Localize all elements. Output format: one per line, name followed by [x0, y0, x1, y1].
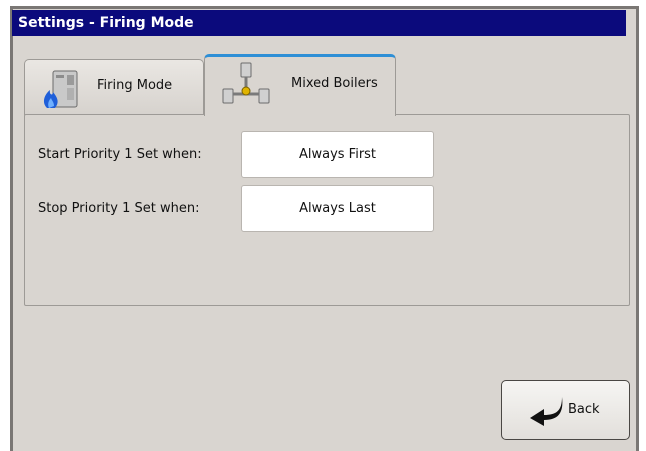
- back-button-label: Back: [568, 402, 600, 417]
- back-arrow-icon: [526, 395, 566, 431]
- tab-firing-mode[interactable]: Firing Mode: [24, 59, 204, 115]
- start-priority-field[interactable]: Always First: [241, 131, 434, 178]
- boiler-flame-icon: [41, 68, 81, 114]
- tab-firing-mode-label: Firing Mode: [97, 78, 173, 93]
- back-button[interactable]: Back: [501, 380, 630, 440]
- stop-priority-label: Stop Priority 1 Set when:: [38, 201, 200, 216]
- mixed-boilers-icon: [219, 61, 273, 111]
- stop-priority-field[interactable]: Always Last: [241, 185, 434, 232]
- tab-mixed-boilers[interactable]: Mixed Boilers: [204, 54, 396, 116]
- page-title: Settings - Firing Mode: [12, 10, 626, 36]
- start-priority-label: Start Priority 1 Set when:: [38, 147, 202, 162]
- tab-mixed-boilers-label: Mixed Boilers: [291, 76, 378, 91]
